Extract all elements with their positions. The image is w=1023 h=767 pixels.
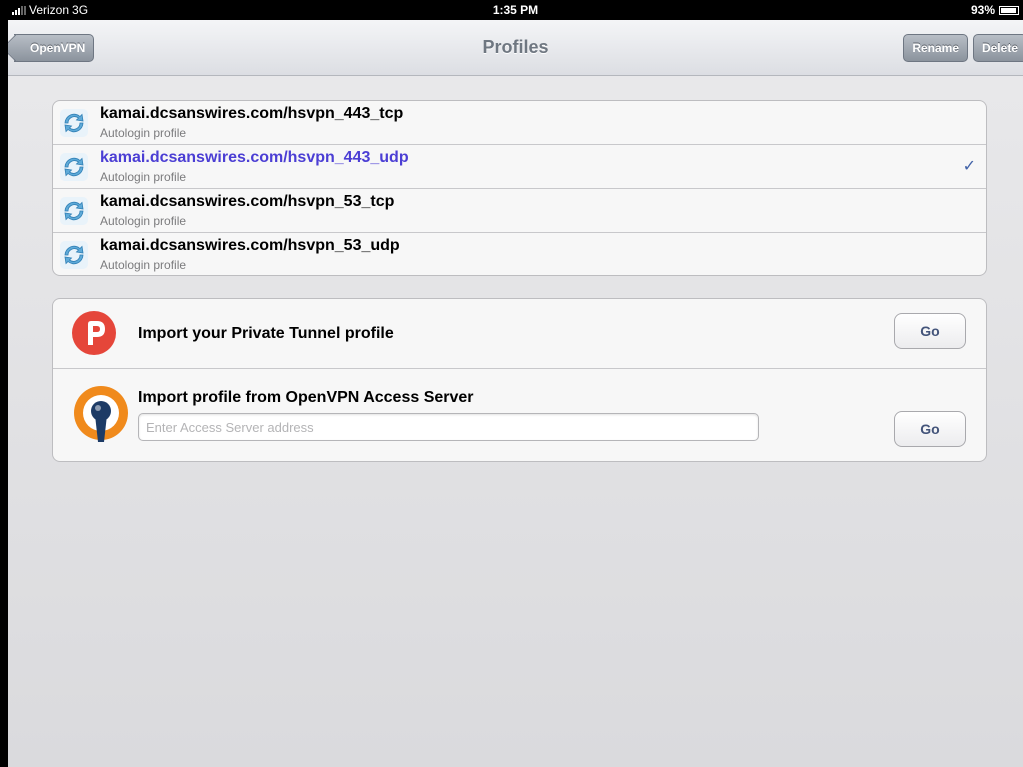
battery-percent: 93%: [970, 3, 995, 17]
private-tunnel-logo: [72, 311, 116, 355]
profile-list: kamai.dcsanswires.com/hsvpn_443_tcp Autol…: [52, 100, 987, 276]
status-right: 93%: [971, 3, 1019, 17]
content-area: kamai.dcsanswires.com/hsvpn_443_tcp Autol…: [8, 76, 1023, 767]
profile-name: kamai.dcsanswires.com/hsvpn_53_udp: [100, 237, 400, 254]
access-server-title: Import profile from OpenVPN Access Serve…: [138, 389, 474, 406]
access-server-go-button[interactable]: Go: [894, 411, 966, 447]
private-tunnel-go-button[interactable]: Go: [894, 313, 966, 349]
page-title: Profiles: [482, 37, 549, 57]
profile-name: kamai.dcsanswires.com/hsvpn_443_udp: [100, 149, 409, 166]
navigation-bar: OpenVPN Profiles Rename Delete: [8, 20, 1023, 76]
import-options: Import your Private Tunnel profile Go Im…: [52, 298, 987, 462]
import-private-tunnel-row: Import your Private Tunnel profile Go: [53, 299, 986, 369]
profile-name: kamai.dcsanswires.com/hsvpn_443_tcp: [100, 105, 404, 122]
delete-button[interactable]: Delete: [972, 34, 1023, 62]
rename-button[interactable]: Rename: [903, 34, 968, 62]
access-server-address-input[interactable]: [138, 413, 759, 441]
profile-row[interactable]: kamai.dcsanswires.com/hsvpn_53_udp Autolo…: [53, 233, 986, 275]
checkmark-icon: ✓: [962, 158, 976, 175]
refresh-icon: [60, 153, 88, 181]
profile-subtitle: Autologin profile: [100, 126, 187, 140]
profile-subtitle: Autologin profile: [100, 214, 187, 228]
status-time: 1:35 PM: [492, 3, 539, 17]
profile-row[interactable]: kamai.dcsanswires.com/hsvpn_443_tcp Autol…: [53, 101, 986, 145]
openvpn-logo: [74, 386, 128, 442]
refresh-icon: [60, 197, 88, 225]
refresh-icon: [60, 109, 88, 137]
import-access-server-row: Import profile from OpenVPN Access Serve…: [53, 369, 986, 461]
profile-row[interactable]: kamai.dcsanswires.com/hsvpn_443_udp Autol…: [53, 145, 986, 189]
status-bar: Verizon 3G 1:35 PM 93%: [8, 0, 1023, 20]
profile-subtitle: Autologin profile: [100, 170, 187, 184]
profile-subtitle: Autologin profile: [100, 258, 187, 272]
ipad-screen: Verizon 3G 1:35 PM 93% OpenVPN Profiles …: [8, 0, 1023, 767]
battery-icon: [999, 5, 1019, 15]
refresh-icon: [60, 241, 88, 269]
profile-row[interactable]: kamai.dcsanswires.com/hsvpn_53_tcp Autolo…: [53, 189, 986, 233]
private-tunnel-title: Import your Private Tunnel profile: [138, 325, 394, 342]
profile-name: kamai.dcsanswires.com/hsvpn_53_tcp: [100, 193, 395, 210]
